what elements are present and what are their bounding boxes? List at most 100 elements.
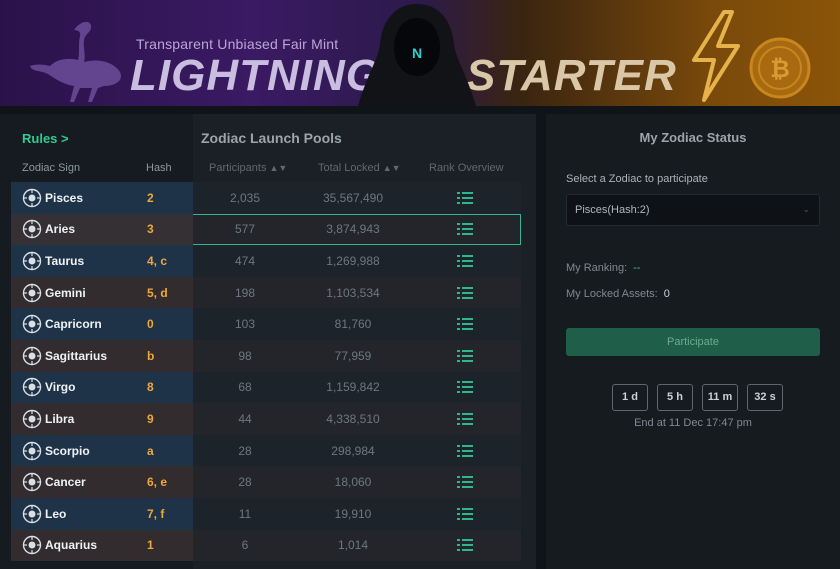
table-row[interactable]: Pisces 2 2,035 35,567,490 bbox=[11, 182, 521, 214]
rank-overview-icon[interactable] bbox=[457, 507, 473, 521]
sign-hash: 9 bbox=[147, 411, 154, 426]
total-locked-value: 35,567,490 bbox=[322, 190, 384, 205]
zodiac-table: Pisces 2 2,035 35,567,490 Aries 3 577 3,874,943… bbox=[11, 182, 521, 562]
sign-hash: 2 bbox=[147, 190, 154, 205]
table-row[interactable]: Leo 7, f 11 19,910 bbox=[11, 497, 521, 530]
ranking-value: -- bbox=[633, 262, 641, 274]
zodiac-select-value: Pisces(Hash:2) bbox=[575, 204, 650, 216]
sign-name: Gemini bbox=[45, 285, 86, 300]
pisces-icon bbox=[22, 188, 42, 208]
countdown-days: 1 d bbox=[612, 384, 648, 411]
rank-overview-icon[interactable] bbox=[457, 412, 473, 426]
rank-overview-icon[interactable] bbox=[457, 475, 473, 489]
my-ranking: My Ranking: -- bbox=[566, 262, 641, 274]
table-row[interactable]: Cancer 6, e 28 18,060 bbox=[11, 466, 521, 498]
total-locked-value: 1,014 bbox=[337, 538, 369, 553]
sign-name: Aquarius bbox=[45, 538, 98, 553]
total-locked-value: 77,959 bbox=[334, 348, 372, 363]
sign-name: Cancer bbox=[45, 475, 86, 490]
aries-icon bbox=[22, 219, 42, 239]
table-row[interactable]: Capricorn 0 103 81,760 bbox=[11, 308, 521, 340]
countdown-minutes: 11 m bbox=[702, 384, 738, 411]
select-label: Select a Zodiac to participate bbox=[566, 173, 708, 185]
sign-name: Pisces bbox=[45, 190, 84, 205]
lightning-bolt-icon bbox=[692, 10, 740, 102]
zodiac-select[interactable]: Pisces(Hash:2) ⌄ bbox=[566, 194, 820, 226]
sign-name: Taurus bbox=[45, 253, 85, 268]
header-total-locked[interactable]: Total Locked ▲▼ bbox=[318, 162, 401, 174]
rank-overview-icon[interactable] bbox=[457, 254, 473, 268]
sign-hash: 3 bbox=[147, 222, 154, 237]
header-rank-overview: Rank Overview bbox=[429, 162, 504, 174]
sort-icon[interactable]: ▲▼ bbox=[383, 163, 401, 173]
hooded-figure-icon: N bbox=[358, 4, 476, 106]
leo-icon bbox=[22, 504, 42, 524]
rank-overview-icon[interactable] bbox=[457, 286, 473, 300]
sign-hash: 8 bbox=[147, 380, 154, 395]
sign-hash: 6, e bbox=[147, 475, 168, 490]
participants-value: 28 bbox=[238, 475, 252, 490]
total-locked-value: 1,159,842 bbox=[326, 380, 380, 395]
header-hash: Hash bbox=[146, 162, 172, 174]
countdown: 1 d 5 h 11 m 32 s bbox=[612, 384, 783, 411]
sign-name: Libra bbox=[45, 411, 75, 426]
table-row[interactable]: Taurus 4, c 474 1,269,988 bbox=[11, 245, 521, 277]
locked-assets-value: 0 bbox=[663, 288, 670, 300]
table-row[interactable]: Libra 9 44 4,338,510 bbox=[11, 403, 521, 435]
sign-hash: 0 bbox=[147, 317, 154, 332]
participate-button[interactable]: Participate bbox=[566, 328, 820, 356]
rank-overview-icon[interactable] bbox=[457, 380, 473, 394]
sign-name: Sagittarius bbox=[45, 348, 108, 363]
svg-text:₿: ₿ bbox=[770, 55, 790, 83]
sort-icon[interactable]: ▲▼ bbox=[269, 163, 287, 173]
header-zodiac-sign: Zodiac Sign bbox=[22, 162, 81, 174]
rank-overview-icon[interactable] bbox=[457, 222, 473, 236]
table-row[interactable]: Scorpio a 28 298,984 bbox=[11, 434, 521, 467]
chevron-down-icon: ⌄ bbox=[802, 204, 810, 214]
rank-overview-icon[interactable] bbox=[457, 191, 473, 205]
participants-value: 577 bbox=[234, 222, 256, 237]
rank-overview-icon[interactable] bbox=[457, 317, 473, 331]
aquarius-icon bbox=[22, 535, 42, 555]
libra-icon bbox=[22, 409, 42, 429]
sign-hash: 7, f bbox=[147, 506, 165, 521]
sagittarius-icon bbox=[22, 346, 42, 366]
participants-value: 11 bbox=[238, 506, 252, 521]
total-locked-value: 18,060 bbox=[334, 475, 372, 490]
table-row[interactable]: Aries 3 577 3,874,943 bbox=[11, 213, 521, 246]
total-locked-value: 4,338,510 bbox=[326, 411, 380, 426]
banner-title-left: LIGHTNING bbox=[130, 51, 381, 100]
total-locked-value: 81,760 bbox=[334, 317, 372, 332]
total-locked-value: 298,984 bbox=[331, 443, 375, 458]
participants-value: 68 bbox=[238, 380, 252, 395]
sign-hash: b bbox=[147, 348, 155, 363]
participants-value: 6 bbox=[241, 538, 249, 553]
total-locked-value: 19,910 bbox=[334, 506, 372, 521]
sign-name: Scorpio bbox=[45, 443, 90, 458]
rules-link[interactable]: Rules > bbox=[22, 131, 69, 146]
table-row[interactable]: Sagittarius b 98 77,959 bbox=[11, 339, 521, 372]
taurus-icon bbox=[22, 251, 42, 271]
virgo-icon bbox=[22, 377, 42, 397]
table-row[interactable]: Gemini 5, d 198 1,103,534 bbox=[11, 276, 521, 309]
ostrich-icon bbox=[30, 21, 122, 103]
sign-hash: 4, c bbox=[147, 253, 168, 268]
rank-overview-icon[interactable] bbox=[457, 538, 473, 552]
table-row[interactable]: Virgo 8 68 1,159,842 bbox=[11, 371, 521, 404]
rank-overview-icon[interactable] bbox=[457, 349, 473, 363]
participants-value: 474 bbox=[234, 253, 256, 268]
sign-hash: 5, d bbox=[147, 285, 168, 300]
end-time: End at 11 Dec 17:47 pm bbox=[634, 417, 752, 429]
banner-tagline: Transparent Unbiased Fair Mint bbox=[136, 36, 339, 52]
sign-name: Capricorn bbox=[45, 317, 102, 332]
sign-name: Aries bbox=[45, 222, 76, 237]
cancer-icon bbox=[22, 472, 42, 492]
zodiac-status-panel: My Zodiac Status Select a Zodiac to part… bbox=[546, 114, 840, 569]
bitcoin-coin-icon: ₿ bbox=[749, 37, 811, 99]
scorpio-icon bbox=[22, 441, 42, 461]
countdown-hours: 5 h bbox=[657, 384, 693, 411]
total-locked-value: 1,269,988 bbox=[326, 253, 380, 268]
rank-overview-icon[interactable] bbox=[457, 444, 473, 458]
header-participants[interactable]: Participants ▲▼ bbox=[209, 162, 287, 174]
table-row[interactable]: Aquarius 1 6 1,014 bbox=[11, 529, 521, 562]
